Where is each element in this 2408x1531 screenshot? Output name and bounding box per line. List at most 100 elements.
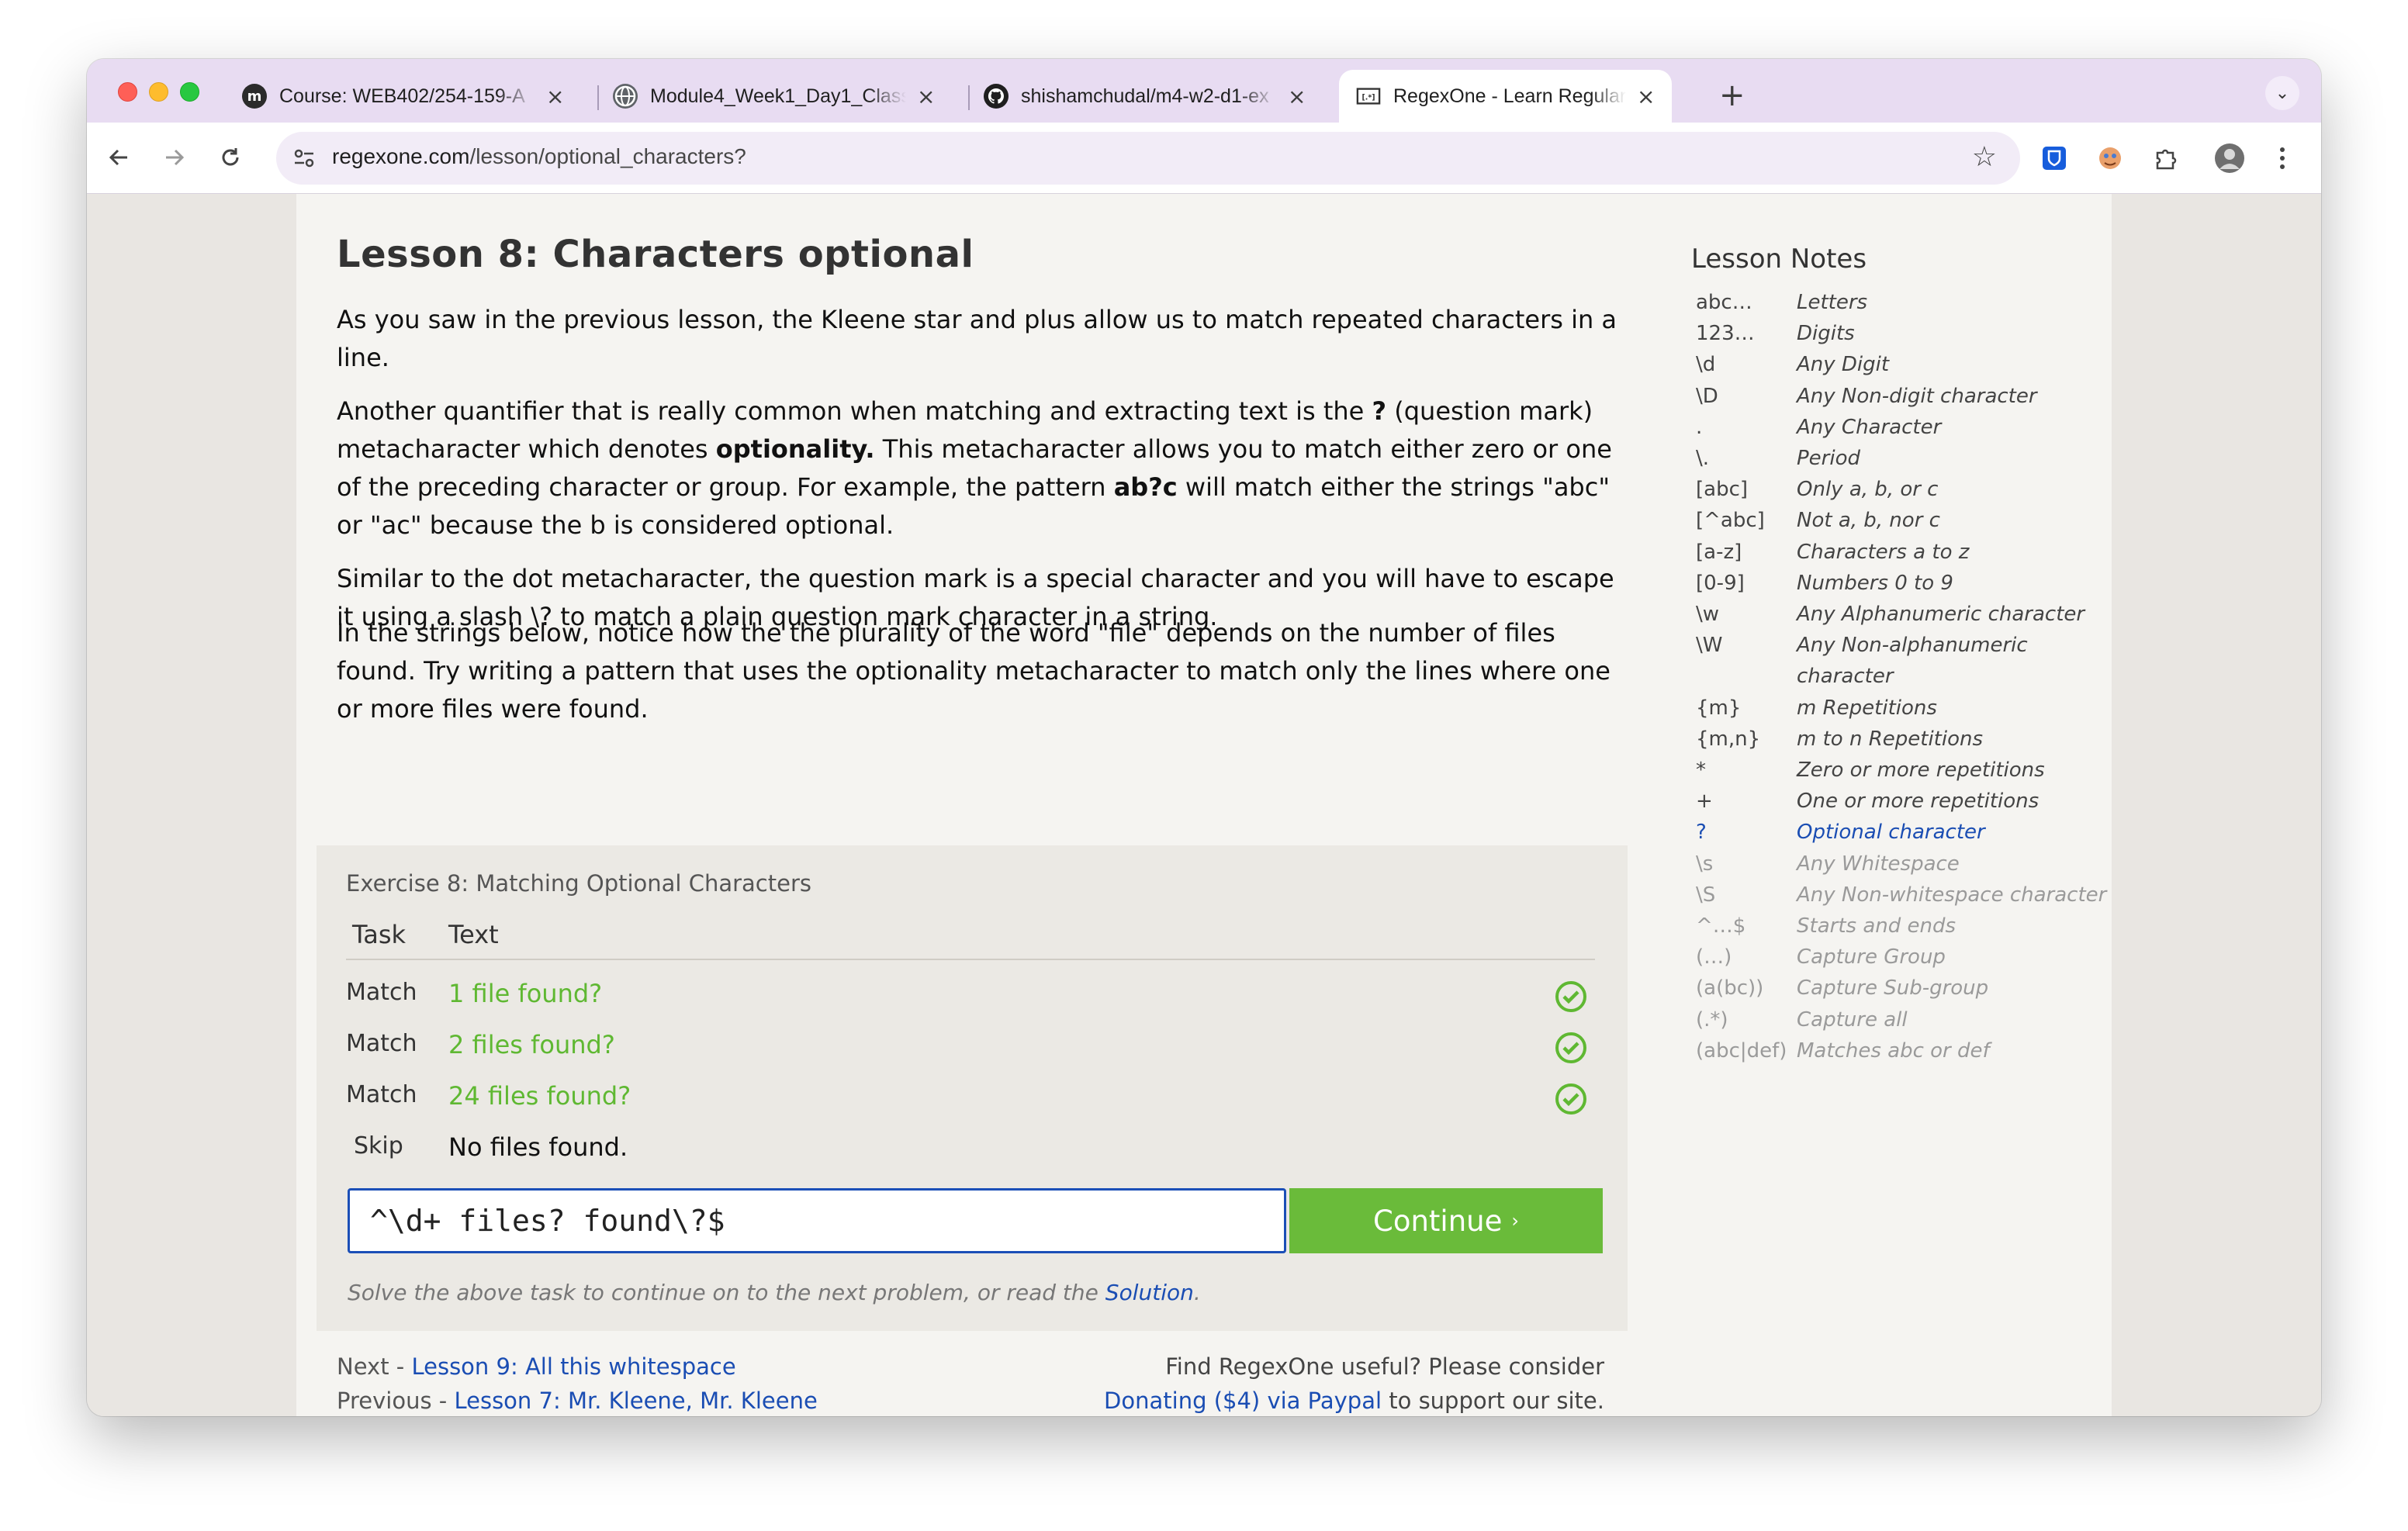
text-run-bold: ? (1372, 396, 1387, 426)
note-description: Numbers 0 to 9 (1797, 571, 1953, 595)
note-symbol: * (1696, 759, 1706, 783)
lesson-note-item: {m} m Repetitions (1696, 693, 2115, 724)
maximize-window-button[interactable] (180, 82, 199, 102)
browser-menu-icon[interactable] (2265, 141, 2299, 175)
continue-button[interactable]: Continue › (1289, 1188, 1603, 1253)
note-description: Matches abc or def (1797, 1039, 1990, 1063)
extensions-puzzle-icon[interactable] (2149, 141, 2183, 175)
tab-close-icon[interactable]: × (1637, 84, 1655, 109)
lesson-paragraph-1: As you saw in the previous lesson, the K… (337, 305, 1617, 372)
next-lesson-link[interactable]: Lesson 9: All this whitespace (411, 1353, 735, 1380)
hint-text: Solve the above task to continue on to t… (348, 1280, 1105, 1305)
note-description: Any Non-whitespace character (1797, 883, 2107, 907)
lesson-note-item: [0-9] Numbers 0 to 9 (1696, 568, 2115, 599)
lesson-note-item: (a(bc)) Capture Sub-group (1696, 973, 2115, 1004)
task-text: 2 files found? (448, 1030, 615, 1059)
back-button[interactable] (99, 138, 138, 177)
check-circle-icon (1555, 981, 1586, 1012)
note-symbol: abc… (1696, 291, 1752, 314)
lesson-note-item: \. Period (1696, 443, 2115, 474)
chevron-right-icon: › (1511, 1210, 1519, 1232)
note-description: Capture all (1797, 1007, 1908, 1032)
lesson-note-item: + One or more repetitions (1696, 786, 2115, 817)
github-icon (984, 84, 1009, 109)
note-symbol: . (1696, 415, 1703, 439)
new-tab-button[interactable]: + (1719, 78, 1745, 113)
task-text: No files found. (448, 1132, 628, 1162)
tab-strip: m Course: WEB402/254-159-A × Module4_Wee… (87, 59, 2321, 123)
note-description: Any Digit (1797, 353, 1890, 377)
regex-input[interactable]: ^\d+ files? found\?$ (348, 1188, 1286, 1253)
profile-extension-icon[interactable] (2093, 141, 2127, 175)
globe-icon (613, 84, 638, 109)
note-symbol: 123… (1696, 322, 1755, 346)
site-settings-icon[interactable] (292, 146, 317, 171)
tab-regexone[interactable]: [.*] RegexOne - Learn Regular Ex × (1339, 70, 1673, 123)
reload-button[interactable] (211, 138, 250, 177)
continue-label: Continue (1373, 1204, 1503, 1238)
task-text: 1 file found? (448, 979, 603, 1008)
note-description: Period (1797, 447, 1860, 471)
previous-lesson-link[interactable]: Lesson 7: Mr. Kleene, Mr. Kleene (454, 1388, 817, 1414)
note-description: m to n Repetitions (1797, 727, 1984, 751)
donate-link[interactable]: Donating ($4) via Paypal (1104, 1388, 1382, 1414)
text-run-bold: ab?c (1113, 472, 1178, 502)
lesson-note-item: [abc] Only a, b, or c (1696, 474, 2115, 505)
tab-close-icon[interactable]: × (546, 84, 564, 109)
table-row: Skip No files found. (346, 1123, 1595, 1174)
url-text[interactable]: regexone.com/lesson/optional_characters? (332, 144, 746, 169)
column-header-text: Text (448, 920, 499, 949)
lesson-title: Lesson 8: Characters optional (337, 233, 974, 276)
task-text: 24 files found? (448, 1081, 631, 1111)
note-description: Not a, b, nor c (1797, 509, 1940, 533)
note-description: Starts and ends (1797, 914, 1956, 938)
forward-button[interactable] (155, 138, 194, 177)
tab-github[interactable]: shishamchudal/m4-w2-d1-ex × (967, 70, 1323, 123)
bookmark-star-icon[interactable]: ☆ (1972, 141, 1997, 173)
bitwarden-extension-icon[interactable] (2037, 141, 2071, 175)
address-bar[interactable]: regexone.com/lesson/optional_characters?… (276, 132, 2020, 185)
note-symbol: \D (1696, 384, 1718, 408)
note-symbol: \w (1696, 603, 1720, 627)
lesson-content: Lesson 8: Characters optional As you saw… (296, 194, 2112, 1416)
note-description: Any Alphanumeric character (1797, 603, 2085, 627)
tab-title: RegexOne - Learn Regular Ex (1393, 85, 1626, 107)
note-symbol: ^…$ (1696, 914, 1746, 938)
note-symbol: (…) (1696, 945, 1732, 969)
text-run: Another quantifier that is really common… (337, 396, 1372, 426)
note-symbol: (.*) (1696, 1007, 1728, 1032)
note-symbol: [^abc] (1696, 509, 1765, 533)
task-label: Match (346, 1081, 417, 1108)
tab-close-icon[interactable]: × (1288, 84, 1306, 109)
svg-text:[.*]: [.*] (1361, 94, 1375, 102)
tab-course[interactable]: m Course: WEB402/254-159-A × (225, 70, 581, 123)
tab-close-icon[interactable]: × (917, 84, 935, 109)
support-message: Find RegexOne useful? Please consider Do… (1104, 1350, 1604, 1416)
moodle-icon: m (242, 84, 267, 109)
lesson-note-item: \s Any Whitespace (1696, 848, 2115, 880)
close-window-button[interactable] (118, 82, 137, 102)
lesson-paragraph-4: In the strings below, notice how the the… (337, 618, 1611, 724)
note-symbol: (abc|def) (1696, 1039, 1787, 1063)
note-description: Capture Group (1797, 945, 1946, 969)
exercise-title: Exercise 8: Matching Optional Characters (346, 870, 811, 897)
lesson-note-item: \W Any Non-alphanumeric character (1696, 630, 2115, 692)
lesson-note-item: abc… Letters (1696, 287, 2115, 318)
avatar[interactable] (2213, 141, 2247, 175)
note-description: Characters a to z (1797, 540, 1970, 564)
column-header-task: Task (352, 920, 407, 949)
check-circle-icon (1555, 1032, 1586, 1063)
minimize-window-button[interactable] (149, 82, 168, 102)
note-symbol: {m} (1696, 696, 1742, 720)
tab-search-chevron-icon[interactable]: ⌄ (2265, 76, 2299, 110)
note-description: Letters (1797, 291, 1868, 314)
task-label: Match (346, 1030, 417, 1057)
lesson-note-item: [^abc] Not a, b, nor c (1696, 505, 2115, 536)
tab-module[interactable]: Module4_Week1_Day1_Class × (596, 70, 952, 123)
solution-link[interactable]: Solution (1105, 1280, 1194, 1305)
note-symbol: [a-z] (1696, 540, 1742, 564)
arrow-right-icon (166, 149, 185, 166)
note-description: Any Whitespace (1797, 852, 1960, 876)
note-symbol: + (1696, 790, 1713, 814)
exercise-panel: Exercise 8: Matching Optional Characters… (317, 845, 1628, 1331)
